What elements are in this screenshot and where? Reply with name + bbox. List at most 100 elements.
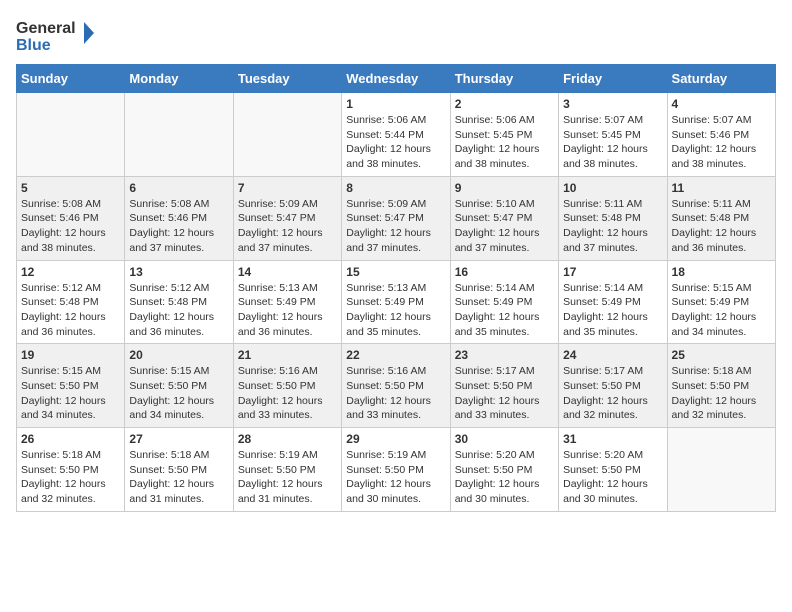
- day-number: 12: [21, 265, 120, 279]
- day-number: 18: [672, 265, 771, 279]
- day-number: 28: [238, 432, 337, 446]
- calendar-cell: 10 Sunrise: 5:11 AMSunset: 5:48 PMDayligh…: [559, 176, 667, 260]
- cell-content: Sunrise: 5:16 AMSunset: 5:50 PMDaylight:…: [238, 364, 337, 423]
- week-row-1: 1 Sunrise: 5:06 AMSunset: 5:44 PMDaylight…: [17, 93, 776, 177]
- day-number: 30: [455, 432, 554, 446]
- cell-content: Sunrise: 5:17 AMSunset: 5:50 PMDaylight:…: [455, 364, 554, 423]
- cell-content: Sunrise: 5:06 AMSunset: 5:45 PMDaylight:…: [455, 113, 554, 172]
- cell-content: Sunrise: 5:12 AMSunset: 5:48 PMDaylight:…: [129, 281, 228, 340]
- cell-content: Sunrise: 5:14 AMSunset: 5:49 PMDaylight:…: [563, 281, 662, 340]
- calendar-cell: 1 Sunrise: 5:06 AMSunset: 5:44 PMDaylight…: [342, 93, 450, 177]
- header-day-monday: Monday: [125, 65, 233, 93]
- calendar-cell: 15Sunrise: 5:13 AMSunset: 5:49 PMDayligh…: [342, 260, 450, 344]
- calendar-cell: 26 Sunrise: 5:18 AMSunset: 5:50 PMDayligh…: [17, 428, 125, 512]
- cell-content: Sunrise: 5:07 AMSunset: 5:45 PMDaylight:…: [563, 113, 662, 172]
- calendar-cell: 2 Sunrise: 5:06 AMSunset: 5:45 PMDaylight…: [450, 93, 558, 177]
- day-number: 10: [563, 181, 662, 195]
- day-number: 7: [238, 181, 337, 195]
- day-number: 22: [346, 348, 445, 362]
- calendar-cell: [125, 93, 233, 177]
- page-header: GeneralBlue: [16, 16, 776, 54]
- calendar-cell: 31Sunrise: 5:20 AMSunset: 5:50 PMDayligh…: [559, 428, 667, 512]
- day-number: 25: [672, 348, 771, 362]
- day-number: 24: [563, 348, 662, 362]
- calendar-cell: 16Sunrise: 5:14 AMSunset: 5:49 PMDayligh…: [450, 260, 558, 344]
- calendar-cell: 3 Sunrise: 5:07 AMSunset: 5:45 PMDaylight…: [559, 93, 667, 177]
- cell-content: Sunrise: 5:12 AMSunset: 5:48 PMDaylight:…: [21, 281, 120, 340]
- calendar-cell: [233, 93, 341, 177]
- header-day-thursday: Thursday: [450, 65, 558, 93]
- svg-text:Blue: Blue: [16, 37, 51, 54]
- cell-content: Sunrise: 5:20 AMSunset: 5:50 PMDaylight:…: [455, 448, 554, 507]
- calendar-cell: 22 Sunrise: 5:16 AMSunset: 5:50 PMDayligh…: [342, 344, 450, 428]
- day-number: 1: [346, 97, 445, 111]
- cell-content: Sunrise: 5:18 AMSunset: 5:50 PMDaylight:…: [672, 364, 771, 423]
- week-row-4: 19 Sunrise: 5:15 AMSunset: 5:50 PMDayligh…: [17, 344, 776, 428]
- cell-content: Sunrise: 5:07 AMSunset: 5:46 PMDaylight:…: [672, 113, 771, 172]
- cell-content: Sunrise: 5:06 AMSunset: 5:44 PMDaylight:…: [346, 113, 445, 172]
- cell-content: Sunrise: 5:11 AMSunset: 5:48 PMDaylight:…: [563, 197, 662, 256]
- logo: GeneralBlue: [16, 16, 96, 54]
- cell-content: Sunrise: 5:19 AMSunset: 5:50 PMDaylight:…: [346, 448, 445, 507]
- header-day-saturday: Saturday: [667, 65, 775, 93]
- calendar-cell: 19 Sunrise: 5:15 AMSunset: 5:50 PMDayligh…: [17, 344, 125, 428]
- cell-content: Sunrise: 5:11 AMSunset: 5:48 PMDaylight:…: [672, 197, 771, 256]
- header-day-friday: Friday: [559, 65, 667, 93]
- week-row-2: 5 Sunrise: 5:08 AMSunset: 5:46 PMDaylight…: [17, 176, 776, 260]
- day-number: 5: [21, 181, 120, 195]
- cell-content: Sunrise: 5:18 AMSunset: 5:50 PMDaylight:…: [21, 448, 120, 507]
- calendar-table: SundayMondayTuesdayWednesdayThursdayFrid…: [16, 64, 776, 512]
- calendar-cell: [17, 93, 125, 177]
- calendar-cell: 29 Sunrise: 5:19 AMSunset: 5:50 PMDayligh…: [342, 428, 450, 512]
- day-number: 29: [346, 432, 445, 446]
- cell-content: Sunrise: 5:19 AMSunset: 5:50 PMDaylight:…: [238, 448, 337, 507]
- calendar-cell: 8Sunrise: 5:09 AMSunset: 5:47 PMDaylight…: [342, 176, 450, 260]
- day-number: 19: [21, 348, 120, 362]
- logo-svg: GeneralBlue: [16, 16, 96, 54]
- day-number: 23: [455, 348, 554, 362]
- calendar-cell: 27 Sunrise: 5:18 AMSunset: 5:50 PMDayligh…: [125, 428, 233, 512]
- day-number: 8: [346, 181, 445, 195]
- cell-content: Sunrise: 5:08 AMSunset: 5:46 PMDaylight:…: [129, 197, 228, 256]
- day-number: 9: [455, 181, 554, 195]
- day-number: 20: [129, 348, 228, 362]
- day-number: 6: [129, 181, 228, 195]
- cell-content: Sunrise: 5:18 AMSunset: 5:50 PMDaylight:…: [129, 448, 228, 507]
- header-day-wednesday: Wednesday: [342, 65, 450, 93]
- header-day-sunday: Sunday: [17, 65, 125, 93]
- calendar-cell: 14 Sunrise: 5:13 AMSunset: 5:49 PMDayligh…: [233, 260, 341, 344]
- day-number: 3: [563, 97, 662, 111]
- cell-content: Sunrise: 5:16 AMSunset: 5:50 PMDaylight:…: [346, 364, 445, 423]
- day-number: 4: [672, 97, 771, 111]
- day-number: 31: [563, 432, 662, 446]
- week-row-3: 12 Sunrise: 5:12 AMSunset: 5:48 PMDayligh…: [17, 260, 776, 344]
- calendar-cell: 28 Sunrise: 5:19 AMSunset: 5:50 PMDayligh…: [233, 428, 341, 512]
- day-number: 26: [21, 432, 120, 446]
- calendar-cell: 5 Sunrise: 5:08 AMSunset: 5:46 PMDaylight…: [17, 176, 125, 260]
- day-number: 11: [672, 181, 771, 195]
- calendar-cell: 13Sunrise: 5:12 AMSunset: 5:48 PMDayligh…: [125, 260, 233, 344]
- cell-content: Sunrise: 5:17 AMSunset: 5:50 PMDaylight:…: [563, 364, 662, 423]
- day-number: 14: [238, 265, 337, 279]
- svg-text:General: General: [16, 20, 76, 37]
- cell-content: Sunrise: 5:15 AMSunset: 5:50 PMDaylight:…: [21, 364, 120, 423]
- calendar-cell: 21 Sunrise: 5:16 AMSunset: 5:50 PMDayligh…: [233, 344, 341, 428]
- header-row: SundayMondayTuesdayWednesdayThursdayFrid…: [17, 65, 776, 93]
- calendar-cell: 24 Sunrise: 5:17 AMSunset: 5:50 PMDayligh…: [559, 344, 667, 428]
- cell-content: Sunrise: 5:15 AMSunset: 5:49 PMDaylight:…: [672, 281, 771, 340]
- day-number: 17: [563, 265, 662, 279]
- day-number: 27: [129, 432, 228, 446]
- day-number: 2: [455, 97, 554, 111]
- calendar-cell: 11 Sunrise: 5:11 AMSunset: 5:48 PMDayligh…: [667, 176, 775, 260]
- cell-content: Sunrise: 5:13 AMSunset: 5:49 PMDaylight:…: [346, 281, 445, 340]
- calendar-cell: 6 Sunrise: 5:08 AMSunset: 5:46 PMDaylight…: [125, 176, 233, 260]
- cell-content: Sunrise: 5:10 AMSunset: 5:47 PMDaylight:…: [455, 197, 554, 256]
- cell-content: Sunrise: 5:15 AMSunset: 5:50 PMDaylight:…: [129, 364, 228, 423]
- cell-content: Sunrise: 5:14 AMSunset: 5:49 PMDaylight:…: [455, 281, 554, 340]
- calendar-cell: 18 Sunrise: 5:15 AMSunset: 5:49 PMDayligh…: [667, 260, 775, 344]
- calendar-cell: 23 Sunrise: 5:17 AMSunset: 5:50 PMDayligh…: [450, 344, 558, 428]
- cell-content: Sunrise: 5:13 AMSunset: 5:49 PMDaylight:…: [238, 281, 337, 340]
- cell-content: Sunrise: 5:08 AMSunset: 5:46 PMDaylight:…: [21, 197, 120, 256]
- day-number: 21: [238, 348, 337, 362]
- calendar-cell: 9 Sunrise: 5:10 AMSunset: 5:47 PMDaylight…: [450, 176, 558, 260]
